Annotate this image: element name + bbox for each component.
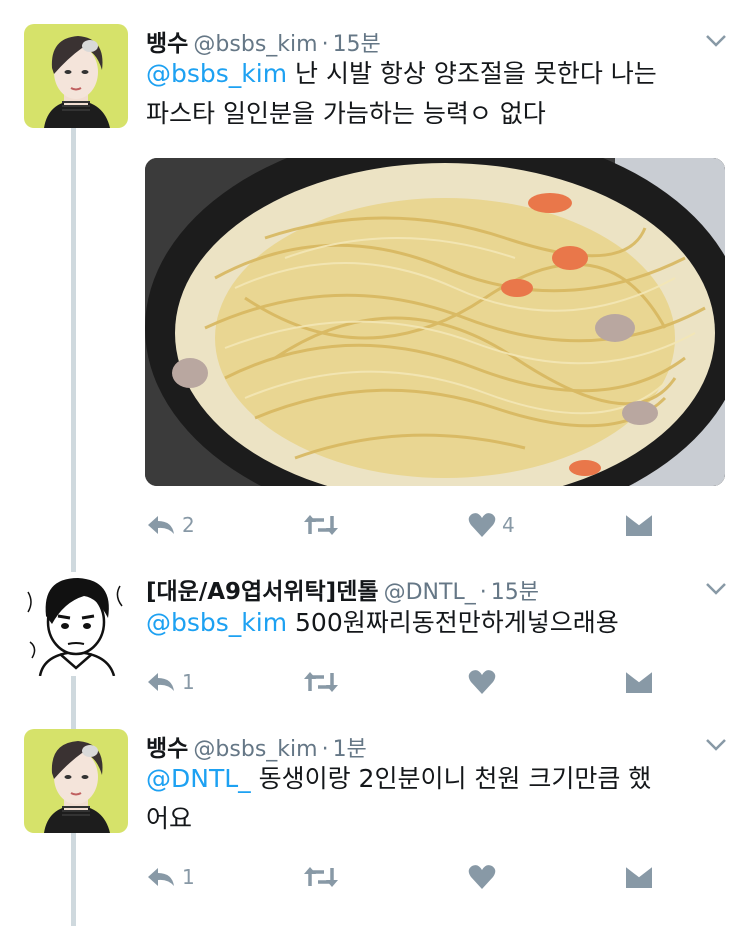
retweet-icon: [304, 672, 338, 692]
chevron-down-icon[interactable]: [705, 582, 727, 596]
reply-button[interactable]: 1: [146, 667, 195, 697]
mention-link[interactable]: @DNTL_: [146, 764, 251, 793]
tweet-text-body: 동생이랑 2인분이니 천원 크기만큼 했: [250, 764, 652, 793]
heart-icon: [468, 670, 496, 694]
tweet-text: @DNTL_ 동생이랑 2인분이니 천원 크기만큼 했 어요: [146, 759, 731, 839]
dm-icon: [625, 670, 653, 693]
chevron-down-icon[interactable]: [705, 34, 727, 48]
dm-icon: [625, 865, 653, 888]
like-button[interactable]: [468, 862, 502, 892]
chevron-down-icon[interactable]: [705, 738, 727, 752]
retweet-button[interactable]: [302, 667, 346, 697]
tweet-text-line: 파스타 일인분을 가늠하는 능력ㅇ 없다: [146, 99, 546, 128]
heart-icon: [468, 865, 496, 889]
tweet-actions: 1: [146, 667, 666, 697]
tweet-text-body: 500원짜리동전만하게넣으래용: [287, 608, 619, 637]
dm-button[interactable]: [624, 862, 654, 892]
tweet-text-body: 난 시발 항상 양조절을 못한다 나는: [287, 59, 657, 88]
tweet-text-line: 어요: [146, 804, 193, 833]
dm-button[interactable]: [624, 667, 654, 697]
tweet-text: @bsbs_kim 난 시발 항상 양조절을 못한다 나는 파스타 일인분을 가…: [146, 54, 731, 134]
retweet-button[interactable]: [302, 510, 346, 540]
tweet-text-line: @DNTL_ 동생이랑 2인분이니 천원 크기만큼 했: [146, 759, 731, 799]
reply-button[interactable]: 2: [146, 510, 195, 540]
reply-count: 1: [182, 670, 195, 694]
display-name[interactable]: [대운/A9엽서위탁]덴톨: [146, 579, 379, 605]
reply-count: 1: [182, 865, 195, 889]
tweet-header: [대운/A9엽서위탁]덴톨 @DNTL_ · 15분: [146, 572, 539, 606]
tweet-text-line: @bsbs_kim 난 시발 항상 양조절을 못한다 나는: [146, 54, 731, 94]
like-count: 4: [502, 513, 515, 537]
retweet-icon: [304, 515, 338, 535]
tweet-actions: 2 4: [146, 510, 666, 540]
avatar[interactable]: [24, 729, 128, 833]
separator-dot: ·: [479, 580, 487, 605]
like-button[interactable]: 4: [468, 510, 515, 540]
dm-icon: [625, 513, 653, 536]
tweet-header: 뱅수 @bsbs_kim · 15분: [146, 24, 381, 58]
reply-icon: [148, 673, 174, 691]
retweet-button[interactable]: [302, 862, 346, 892]
mention-link[interactable]: @bsbs_kim: [146, 59, 287, 88]
user-handle[interactable]: @DNTL_: [384, 580, 476, 605]
timestamp[interactable]: 15분: [491, 580, 539, 605]
tweet-photo[interactable]: [145, 158, 725, 486]
dm-button[interactable]: [624, 510, 654, 540]
reply-icon: [148, 516, 174, 534]
tweet-header: 뱅수 @bsbs_kim · 1분: [146, 729, 367, 763]
reply-icon: [148, 868, 174, 886]
avatar[interactable]: [24, 572, 128, 676]
avatar[interactable]: [24, 24, 128, 128]
like-button[interactable]: [468, 667, 502, 697]
mention-link[interactable]: @bsbs_kim: [146, 608, 287, 637]
reply-count: 2: [182, 513, 195, 537]
retweet-icon: [304, 867, 338, 887]
tweet-text: @bsbs_kim 500원짜리동전만하게넣으래용: [146, 603, 731, 643]
tweet-actions: 1: [146, 862, 666, 892]
tweet-text-line: @bsbs_kim 500원짜리동전만하게넣으래용: [146, 603, 731, 643]
heart-icon: [468, 513, 496, 537]
reply-button[interactable]: 1: [146, 862, 195, 892]
